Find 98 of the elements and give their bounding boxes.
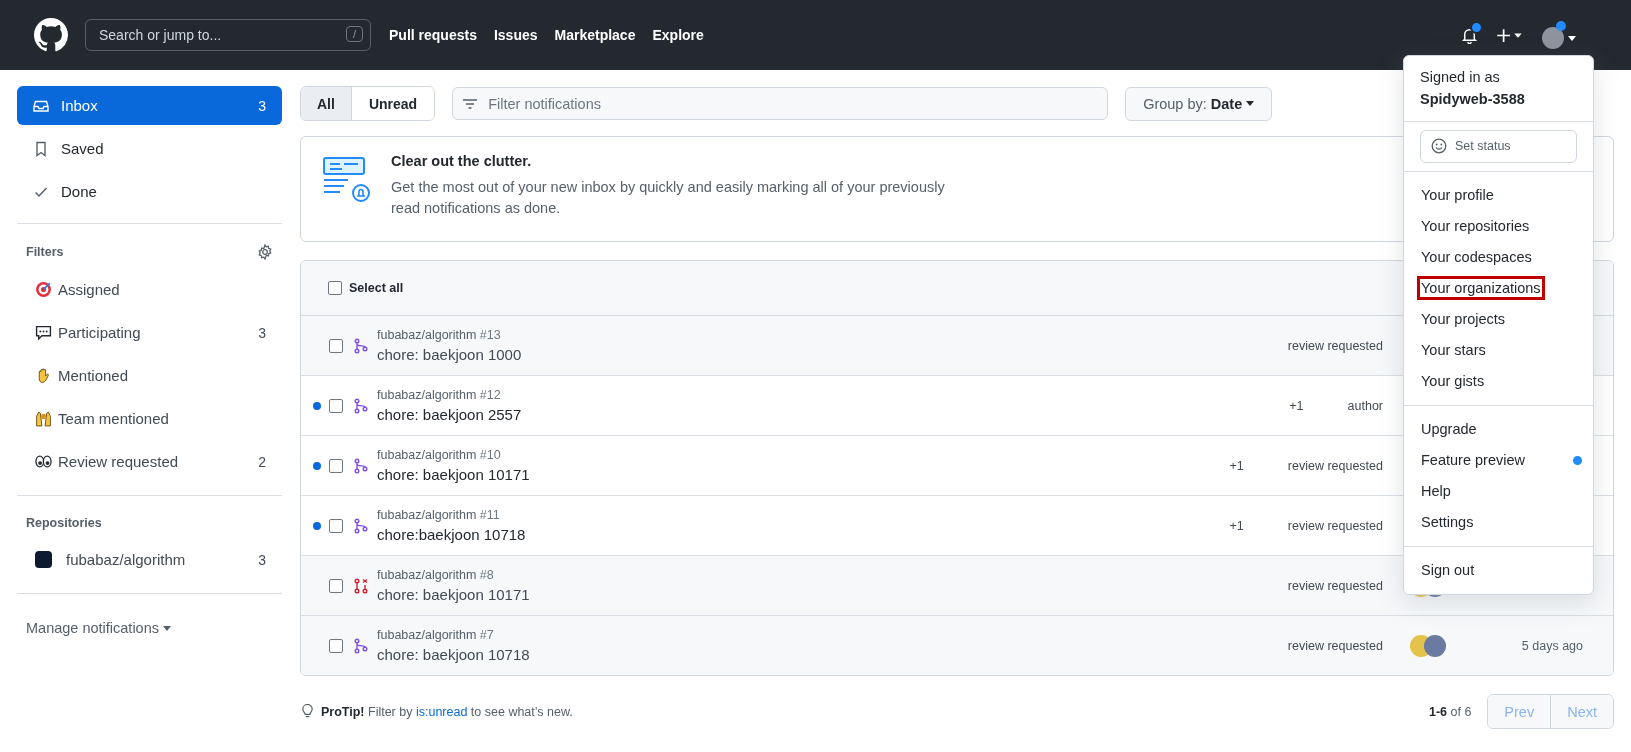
signed-in-label: Signed in as <box>1420 68 1501 87</box>
menu-item[interactable]: Your organizations <box>1404 272 1593 304</box>
select-all-label: Select all <box>349 281 404 295</box>
notification-title: chore: baekjoon 2557 <box>377 406 523 423</box>
repository-name: fubabaz/algorithm #8 <box>377 568 495 582</box>
pull-request-icon <box>353 397 369 414</box>
menu-item[interactable]: Sign out <box>1404 554 1593 586</box>
pull-request-icon <box>353 457 369 474</box>
unread-dot <box>313 521 321 530</box>
repository-name: fubabaz/algorithm #13 <box>377 328 502 342</box>
status-dot <box>1556 21 1566 31</box>
menu-item[interactable]: Your repositories <box>1404 210 1593 242</box>
eyes-icon <box>35 453 52 470</box>
repository-avatar-icon <box>35 551 52 568</box>
row-checkbox[interactable] <box>329 338 343 353</box>
nav-link[interactable]: Explore <box>652 27 704 43</box>
notification-reason: review requested <box>1287 338 1383 353</box>
row-checkbox[interactable] <box>329 398 343 413</box>
notification-reason: author <box>1347 398 1383 413</box>
target-icon <box>35 281 52 298</box>
menu-item[interactable]: Your codespaces <box>1404 241 1593 273</box>
caret-icon <box>1568 35 1576 41</box>
notification-reason: review requested <box>1287 578 1383 593</box>
nav-link[interactable]: Pull requests <box>389 27 477 43</box>
set-status-button[interactable]: Set status <box>1420 129 1577 163</box>
notification-row[interactable]: fubabaz/algorithm #7 chore: baekjoon 10718 review requested 5 days ago <box>301 616 1613 675</box>
filter-item[interactable]: Participating 3 <box>17 311 282 354</box>
settings-icon[interactable] <box>257 244 273 260</box>
notification-title: chore: baekjoon 1000 <box>377 346 523 363</box>
caret-icon <box>1246 101 1255 106</box>
select-all-checkbox[interactable] <box>328 281 342 295</box>
filter-item[interactable]: Review requested 2 <box>17 440 282 483</box>
filter-field[interactable]: Filter notifications <box>452 87 1109 120</box>
section-title: Filters <box>26 245 64 259</box>
comment-count: +1 <box>1289 398 1304 413</box>
caret-icon <box>163 625 171 631</box>
notification-reason: review requested <box>1287 458 1383 473</box>
unread-dot <box>313 461 321 470</box>
notification-title: chore: baekjoon 10171 <box>377 466 531 483</box>
filter-tab[interactable]: All <box>301 87 351 120</box>
nav-link[interactable]: Marketplace <box>554 27 636 43</box>
comment-count: +1 <box>1229 518 1244 533</box>
avatar-button[interactable] <box>1542 21 1576 49</box>
notification-title: chore: baekjoon 10718 <box>377 646 531 663</box>
username: Spidyweb-3588 <box>1420 90 1526 110</box>
filter-link[interactable]: is:unread <box>415 704 468 719</box>
shortcut-key: / <box>345 26 363 42</box>
pull-request-icon <box>353 637 369 654</box>
filter-tab[interactable]: Unread <box>350 87 435 120</box>
sidebar-item[interactable]: Inbox 3 <box>17 86 282 125</box>
smiley-icon <box>1431 138 1447 155</box>
avatar-icon <box>1424 634 1446 657</box>
group-by-button[interactable]: Group by: Date <box>1125 86 1273 121</box>
banner-text: Get the most out of your new inbox by quickly and easily marking all of your previously read notifications as done. <box>391 178 946 218</box>
repository-name: fubabaz/algorithm #12 <box>377 388 502 402</box>
pull-request-icon <box>353 517 369 534</box>
comment-count: +1 <box>1229 458 1244 473</box>
repository-name: fubabaz/algorithm #11 <box>377 508 501 522</box>
protip-text: ProTip! Filter by is:unread to see what’s new. <box>321 704 573 719</box>
logo-icon[interactable] <box>34 18 68 52</box>
closed-pull-request-icon <box>353 577 369 594</box>
repository-item[interactable]: fubabaz/algorithm 3 <box>17 538 282 581</box>
filter-item[interactable]: Mentioned <box>17 354 282 397</box>
banner-title: Clear out the clutter. <box>391 153 533 169</box>
repository-name: fubabaz/algorithm #10 <box>377 448 502 462</box>
new-dot <box>1573 455 1582 465</box>
bell-icon <box>1461 26 1478 44</box>
timestamp: 5 days ago <box>1521 638 1583 653</box>
notification-reason: review requested <box>1287 518 1383 533</box>
sidebar-item[interactable]: Done <box>17 172 282 211</box>
menu-item[interactable]: Your stars <box>1404 334 1593 366</box>
notification-reason: review requested <box>1287 638 1383 653</box>
nav-link[interactable]: Issues <box>493 27 538 43</box>
notification-title: chore: baekjoon 10171 <box>377 586 531 603</box>
section-title: Repositories <box>26 516 102 530</box>
row-checkbox[interactable] <box>329 638 343 653</box>
repository-name: fubabaz/algorithm #7 <box>377 628 495 642</box>
filter-icon <box>462 96 479 112</box>
sidebar-item[interactable]: Saved <box>17 129 282 168</box>
menu-item[interactable]: Your profile <box>1404 179 1593 211</box>
unread-dot <box>313 401 321 410</box>
bookmark-icon <box>33 140 49 157</box>
row-checkbox[interactable] <box>329 458 343 473</box>
plus-icon[interactable] <box>1496 26 1524 44</box>
avatar-icon <box>1542 27 1564 49</box>
pull-request-icon <box>353 337 369 354</box>
menu-item[interactable]: Feature preview <box>1404 444 1593 476</box>
speech-bubble-icon <box>35 324 52 341</box>
filter-item[interactable]: Assigned <box>17 268 282 311</box>
manage-notifications-link[interactable]: Manage notifications <box>17 606 282 650</box>
notification-title: chore:baekjoon 10718 <box>377 526 527 543</box>
row-checkbox[interactable] <box>329 518 343 533</box>
page-range: 1-6 of 6 <box>1428 704 1472 719</box>
menu-item[interactable]: Settings <box>1404 506 1593 538</box>
filter-item[interactable]: Team mentioned <box>17 397 282 440</box>
lightbulb-icon <box>300 704 315 719</box>
raised-hands-icon <box>35 410 52 427</box>
row-checkbox[interactable] <box>329 578 343 593</box>
